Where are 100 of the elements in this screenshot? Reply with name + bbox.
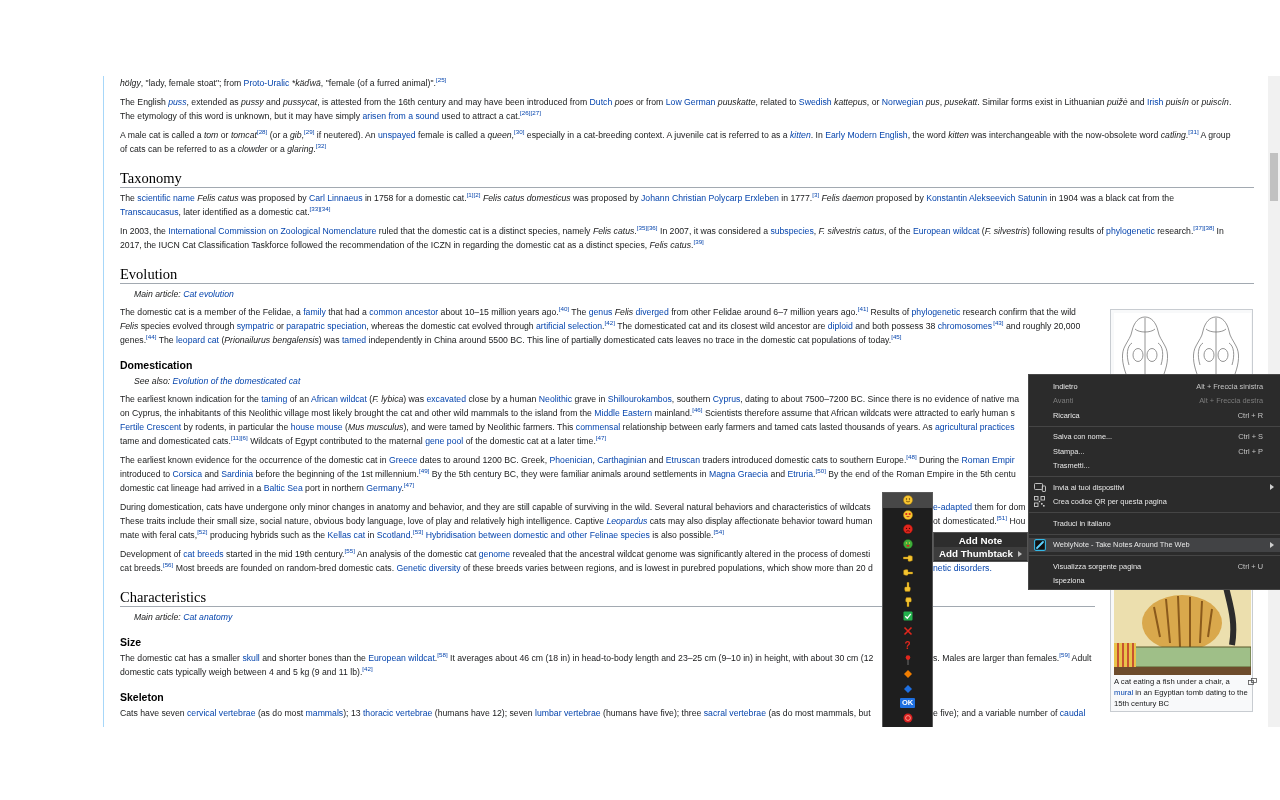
link[interactable]: Dutch — [589, 97, 613, 107]
link[interactable]: Baltic Sea — [263, 483, 303, 493]
link[interactable]: Low German — [665, 97, 716, 107]
link[interactable]: diploid — [827, 321, 853, 331]
link[interactable]: caudal — [1059, 708, 1086, 718]
link[interactable]: diverged — [635, 307, 669, 317]
enlarge-icon[interactable] — [1247, 678, 1257, 685]
link[interactable]: family — [303, 307, 326, 317]
link[interactable]: subspecies — [770, 226, 814, 236]
link[interactable]: Carthaginian — [597, 455, 647, 465]
link[interactable]: taming — [261, 394, 288, 404]
link[interactable]: Middle Eastern — [594, 408, 653, 418]
thumbtack-option[interactable]: ? — [883, 638, 932, 653]
link[interactable]: cervical vertebrae — [187, 708, 256, 718]
link[interactable]: Early Modern English — [825, 130, 908, 140]
link[interactable]: genome — [478, 549, 511, 559]
link[interactable]: skull — [242, 653, 260, 663]
link[interactable]: thoracic vertebrae — [362, 708, 433, 718]
hatnote: Main article: Cat anatomy — [134, 611, 233, 624]
link[interactable]: European wildcat — [368, 653, 435, 663]
skull-drawing — [1122, 316, 1168, 374]
link[interactable]: netic disorders. — [933, 563, 992, 573]
link[interactable]: puss — [168, 97, 187, 107]
link[interactable]: Johann Christian Polycarp Erxleben — [641, 193, 779, 203]
scrollbar-thumb[interactable] — [1270, 153, 1278, 201]
link[interactable]: Carl Linnaeus — [309, 193, 363, 203]
pointing-hand-icon — [902, 553, 913, 564]
link[interactable]: arisen from a sound — [362, 111, 440, 121]
link[interactable]: Scotland — [376, 530, 411, 540]
link[interactable]: common ancestor — [369, 307, 439, 317]
link[interactable]: house mouse — [290, 422, 343, 432]
devices-icon — [1034, 482, 1046, 492]
link[interactable]: Cat evolution — [183, 289, 234, 299]
paragraph: In 2003, the International Commission on Zoological Nomenclature ruled that the domestic cat is a distinct species, namely Felis catus.$^{[35][36]}$ In 2007, it was considered a subspecies, F. silvestris catus, of the European wildcat (F. silvestris) following results of phylogenetic research.$^{[37][38]}$ In 2017, the IUCN Cat Classification Taskforce followed the recommendation of the ICZN in regarding the domestic cat as a distinct species, Felis catus.$^{[39]}$ — [120, 224, 1224, 252]
paragraph: The earliest known indication for the taming of an African wildcat (F. lybica) was excavated close by a human Neolithic grave in Shillourokambos, southern Cyprus, dating to about 7500–7200 BC. Since there is no evidence of native ma on Cyprus, the inhabitants of this Neolithic village most likely brought the cat and other wild mammals to the island from the Middle Eastern mainland.$^{[46]}$ Scientists therefore assume that African wildcats were attracted to early human s Fertile Crescent by rodents, in particular the house mouse (Mus musculus), and were tamed by Neolithic farmers. This commensal relationship between early farmers and tamed cats lasted thousands of years. As agricultural practices tame and domesticated cats.$^{[11][6]}$ Wildcats of Egypt contributed to the maternal gene pool of the domestic cat at a later time.$^{[47]}$ — [120, 393, 1019, 448]
link[interactable]: Konstantin Alekseevich Satunin — [926, 193, 1048, 203]
link[interactable]: phylogenetic — [911, 307, 961, 317]
link[interactable]: Greece — [388, 455, 418, 465]
check-mark-icon — [902, 611, 913, 622]
link[interactable]: Shillourokambos — [607, 394, 672, 404]
hatnote: See also: Evolution of the domesticated cat — [134, 375, 301, 388]
link[interactable]: unspayed — [378, 130, 416, 140]
link[interactable]: Genetic diversity — [396, 563, 461, 573]
link[interactable]: kitten — [790, 130, 811, 140]
link[interactable]: leopard cat — [176, 335, 219, 345]
link[interactable]: commensal — [575, 422, 621, 432]
link[interactable]: cat breeds — [183, 549, 224, 559]
link[interactable]: African wildcat — [310, 394, 367, 404]
paragraph: A male cat is called a tom or tomcat$^{[28]}$ (or a gib,$^{[29]}$ if neutered). An unspayed female is called a queen,$^{[30]}$ especially in a cat-breeding context. A juvenile cat is referred to as a kitten. In Early Modern English, the word kitten was interchangeable with the now-obsolete word catling.$^{[31]}$ A group of cats can be referred to as a clowder or a glaring.$^{[32]}$ — [120, 128, 1231, 156]
link[interactable]: Swedish — [798, 97, 832, 107]
link[interactable]: Magna Graecia — [708, 469, 769, 479]
paragraph: The domestic cat has a smaller skull and shorter bones than the European wildcat.$^{[58]}$ It averages about 46 cm (18 in) in head-to-body length and 23–25 cm (9–10 in) in height, with about 30 cm (12 domestic cats typically weigh between 4 and 5 kg (9 and 11 lb).$^{[42]}$ — [120, 651, 874, 679]
link[interactable]: Evolution of the domesticated cat — [172, 376, 301, 386]
link[interactable]: mammals — [305, 708, 344, 718]
cross-icon — [902, 625, 913, 636]
link[interactable]: Fertile Crescent — [120, 422, 182, 432]
link[interactable]: scientific name — [137, 193, 195, 203]
link[interactable]: Roman Empir — [961, 455, 1015, 465]
section-heading: Taxonomy — [120, 169, 182, 187]
heart-eyes-face-icon — [902, 509, 913, 520]
link[interactable]: lumbar vertebrae — [535, 708, 601, 718]
skull-drawing — [1193, 316, 1239, 374]
paragraph: During domestication, cats have undergone only minor changes in anatomy and behavior, and they are still capable of surviving in the wild. Several natural behaviors and characteristics of wildcats These traits include their small size, social nature, obvious body language, love of play and relatively high intelligence. Captive Leopardus cats may also display affectionate behavior toward human mate with feral cats,$^{[52]}$ producing hybrids such as the Kellas cat in Scotland.$^{[53]}$ Hybridisation between domestic and other Felinae species is also possible.$^{[54]}$ — [120, 501, 873, 542]
link[interactable]: International Commission on Zoological Nomenclature — [168, 226, 377, 236]
link[interactable]: Leopardus — [606, 516, 648, 526]
link[interactable]: chromosomes — [937, 321, 993, 331]
angry-face-icon — [902, 524, 913, 535]
link[interactable]: Irish — [1147, 97, 1164, 107]
link[interactable]: sympatric — [236, 321, 274, 331]
menu-item[interactable]: Add Note — [934, 534, 1027, 547]
subsection-heading: Size — [120, 635, 141, 650]
link[interactable]: phylogenetic — [1106, 226, 1155, 236]
section-heading: Evolution — [120, 265, 178, 283]
link[interactable]: Etruscan — [665, 455, 700, 465]
text-fragment: ot domesticated.$^{[51]}$ Hou — [933, 516, 1026, 526]
text-fragment: e five); and a variable number of caudal — [933, 708, 1086, 718]
link[interactable]: Neolithic — [538, 394, 573, 404]
link[interactable]: Corsica — [172, 469, 202, 479]
pen-icon — [1034, 538, 1046, 551]
thumbtack-option[interactable] — [883, 493, 932, 508]
paragraph: The earliest known evidence for the occurrence of the domestic cat in Greece dates to around 1200 BC. Greek, Phoenician, Carthaginian and Etruscan traders introduced domestic cats to southern Europe.$^{[48]}$ During the Roman Empir introduced to Corsica and Sardinia before the beginning of the 1st millennium.$^{[49]}$ By the 5th century BC, they were familiar animals around settlements in Magna Graecia and Etruria.$^{[50]}$ By the end of the Roman Empire in the 5th centu domestic cat lineage had arrived in a Baltic Sea port in northern Germany.$^{[47]}$ — [120, 453, 1016, 495]
link[interactable]: genus — [588, 307, 613, 317]
smiley-face-icon — [902, 495, 913, 506]
link[interactable]: Kellas cat — [327, 530, 366, 540]
link[interactable]: Proto-Uralic — [243, 78, 290, 88]
link[interactable]: gene pool — [425, 436, 464, 446]
qr-code-icon — [1034, 496, 1045, 508]
section-heading: Characteristics — [120, 588, 207, 606]
link[interactable]: Sardinia — [221, 469, 254, 479]
link[interactable]: agricultural practices — [934, 422, 1015, 432]
link[interactable]: Hybridisation between domestic and other Felinae species — [423, 530, 650, 540]
link[interactable]: excavated — [426, 394, 466, 404]
link[interactable]: e-adapted — [933, 502, 973, 512]
link[interactable]: tamed — [341, 335, 367, 345]
paragraph: The domestic cat is a member of the Felidae, a family that had a common ancestor about 10–15 million years ago.$^{[40]}$ The genus Felis diverged from other Felidae around 6–7 million years ago.$^{[41]}$ Results of phylogenetic research confirm that the wild Felis species evolved through sympatric or parapatric speciation, whereas the domestic cat evolved through artificial selection.$^{[42]}$ The domesticated cat and its closest wild ancestor are diploid and both possess 38 chromosomes$^{[43]}$ and roughly 20,000 genes.$^{[44]}$ The leopard cat (Prionailurus bengalensis) was tamed independently in China around 5500 BC. This line of partially domesticated cats leaves no trace in the domestic cat populations of today.$^{[45]}$ — [120, 305, 1081, 347]
menu-item[interactable]: Add Thumbtack — [934, 547, 1027, 560]
link[interactable]: sacral vertebrae — [703, 708, 766, 718]
link[interactable]: European wildcat — [912, 226, 980, 236]
link[interactable]: Norwegian — [881, 97, 924, 107]
link[interactable]: Cat anatomy — [183, 612, 233, 622]
